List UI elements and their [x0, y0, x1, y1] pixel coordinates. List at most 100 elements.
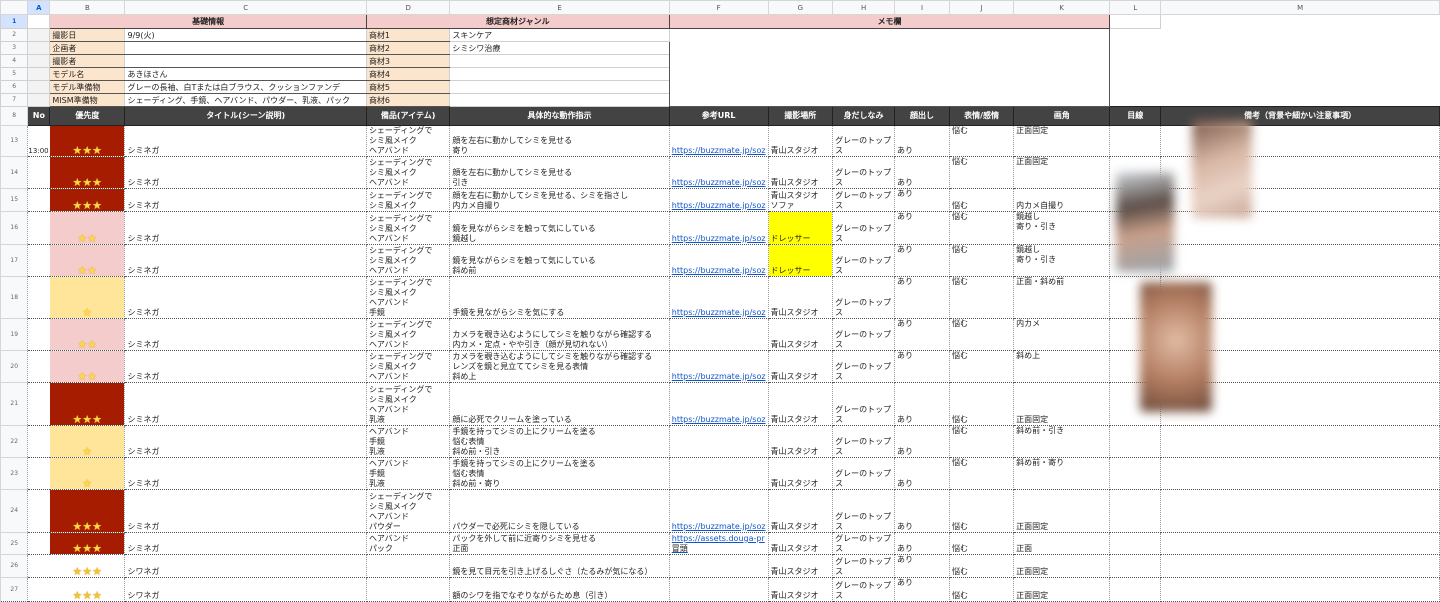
cell-A[interactable]: [27, 41, 51, 55]
cell-L[interactable]: [1109, 93, 1161, 107]
cell-A[interactable]: [27, 80, 51, 94]
cell-L[interactable]: [1109, 28, 1161, 42]
note-cell[interactable]: [1160, 554, 1440, 578]
dress-cell[interactable]: グレーのトップ ス: [832, 489, 896, 533]
priority-stars[interactable]: ★★★: [49, 577, 126, 602]
place-cell[interactable]: 青山スタジオ: [768, 457, 834, 490]
angle-cell[interactable]: 鏡越し 寄り・引き: [1013, 244, 1111, 277]
items-cell[interactable]: ヘアバンド 手鏡 乳液: [366, 457, 451, 490]
dress-cell[interactable]: グレーのトップ ス: [832, 382, 896, 426]
basic-info-value[interactable]: シェーディング、手鏡、ヘアバンド、パウダー、乳液、パック: [124, 93, 367, 107]
time-cell[interactable]: [27, 382, 50, 426]
angle-cell[interactable]: 正面: [1013, 532, 1111, 555]
cell-L[interactable]: [1109, 80, 1161, 94]
cell-L[interactable]: [1109, 41, 1161, 55]
angle-cell[interactable]: 正面固定: [1013, 577, 1111, 602]
section-memo[interactable]: メモ欄: [668, 14, 1111, 29]
angle-cell[interactable]: 斜め上: [1013, 350, 1111, 383]
emo-cell[interactable]: 悩む: [949, 425, 1015, 458]
memo-area[interactable]: [668, 28, 1111, 107]
time-cell[interactable]: [27, 577, 50, 602]
place-cell[interactable]: 青山スタジオ: [768, 125, 834, 157]
genre-value[interactable]: スキンケア: [449, 28, 670, 42]
place-cell[interactable]: ドレッサー: [768, 244, 834, 277]
priority-stars[interactable]: ★★★: [49, 382, 126, 426]
face-cell[interactable]: あり: [894, 457, 951, 490]
items-cell[interactable]: シェーディングで シミ風メイク ヘアバンド: [366, 244, 451, 277]
action-cell[interactable]: 鏡を見ながらシミを触って気にしている 鏡越し: [449, 211, 670, 245]
reference-url-link[interactable]: https://buzzmate.jp/soz: [669, 125, 769, 157]
basic-info-label[interactable]: 撮影者: [49, 54, 126, 68]
dress-cell[interactable]: グレーのトップ ス: [832, 276, 896, 319]
eye-cell[interactable]: [1109, 457, 1162, 490]
eye-cell[interactable]: [1109, 489, 1162, 533]
title-cell[interactable]: シミネガ: [124, 244, 367, 277]
angle-cell[interactable]: 正面固定: [1013, 382, 1111, 426]
genre-value[interactable]: シミシワ治療: [449, 41, 670, 55]
reference-url-link[interactable]: [669, 554, 769, 578]
genre-label[interactable]: 商材4: [365, 67, 451, 81]
title-cell[interactable]: シミネガ: [124, 457, 367, 490]
action-cell[interactable]: パウダーで必死にシミを隠している: [449, 489, 670, 533]
basic-info-value[interactable]: グレーの長袖、白Tまたは白ブラウス、クッションファンデ: [124, 80, 367, 94]
dress-cell[interactable]: グレーのトップ ス: [832, 457, 896, 490]
reference-url-link[interactable]: https://assets.douga-pr 冒頭: [669, 532, 769, 555]
dress-cell[interactable]: グレーのトップ ス: [832, 244, 896, 277]
place-cell[interactable]: 青山スタジオ: [768, 532, 834, 555]
column-header-D[interactable]: D: [365, 0, 451, 15]
face-cell[interactable]: あり: [894, 318, 951, 351]
dress-cell[interactable]: グレーのトップ ス: [832, 188, 896, 212]
cell-A[interactable]: [27, 67, 51, 81]
column-header-B[interactable]: B: [49, 0, 126, 15]
basic-info-value[interactable]: [124, 41, 367, 55]
items-cell[interactable]: [366, 554, 451, 578]
face-cell[interactable]: あり: [894, 489, 951, 533]
angle-cell[interactable]: 斜め前・引き: [1013, 425, 1111, 458]
reference-url-link[interactable]: https://buzzmate.jp/soz: [669, 382, 769, 426]
cell-A[interactable]: [27, 28, 51, 42]
cell-A[interactable]: [27, 93, 51, 107]
cell-A1[interactable]: [27, 14, 51, 29]
place-cell[interactable]: 青山スタジオ: [768, 156, 834, 189]
items-cell[interactable]: シェーディングで シミ風メイク ヘアバンド: [366, 211, 451, 245]
emo-cell[interactable]: 悩む: [949, 276, 1015, 319]
title-cell[interactable]: シミネガ: [124, 425, 367, 458]
genre-label[interactable]: 商材3: [365, 54, 451, 68]
eye-cell[interactable]: [1109, 125, 1162, 157]
cell-M[interactable]: [1161, 55, 1440, 68]
time-cell[interactable]: [27, 211, 50, 245]
column-header-J[interactable]: J: [949, 0, 1015, 15]
dress-cell[interactable]: グレーのトップ ス: [832, 318, 896, 351]
reference-url-link[interactable]: https://buzzmate.jp/soz: [669, 211, 769, 245]
cell-L1[interactable]: [1109, 14, 1162, 29]
header-5[interactable]: 参考URL: [668, 106, 769, 126]
reference-url-link[interactable]: https://buzzmate.jp/soz: [669, 188, 769, 212]
face-cell[interactable]: あり: [894, 276, 951, 319]
items-cell[interactable]: シェーディングで シミ風メイク ヘアバンド パウダー: [366, 489, 451, 533]
column-header-G[interactable]: G: [767, 0, 834, 15]
header-8[interactable]: 顔出し: [894, 106, 951, 126]
basic-info-label[interactable]: MISM準備物: [49, 93, 126, 107]
time-cell[interactable]: [27, 554, 50, 578]
spreadsheet-grid[interactable]: A B C D E F G H I J K L M 1 基礎情報 想定商材ジャンル メモ欄 2 撮影日 9/9(火) 商…: [0, 0, 1440, 602]
priority-stars[interactable]: ★★★: [49, 188, 126, 212]
section-basic-info[interactable]: 基礎情報: [49, 14, 367, 29]
title-cell[interactable]: シワネガ: [124, 577, 367, 602]
dress-cell[interactable]: グレーのトップ ス: [832, 577, 896, 602]
emo-cell[interactable]: 悩む: [949, 532, 1015, 555]
note-cell[interactable]: [1160, 244, 1440, 277]
title-cell[interactable]: シミネガ: [124, 211, 367, 245]
emo-cell[interactable]: 悩む: [949, 554, 1015, 578]
reference-url-link[interactable]: https://buzzmate.jp/soz: [669, 489, 769, 533]
header-4[interactable]: 具体的な動作指示: [449, 106, 670, 126]
action-cell[interactable]: 顔に必死でクリームを塗っている: [449, 382, 670, 426]
title-cell[interactable]: シミネガ: [124, 276, 367, 319]
priority-stars[interactable]: ★★★: [49, 156, 126, 189]
time-cell[interactable]: [27, 318, 50, 351]
eye-cell[interactable]: [1109, 577, 1162, 602]
dress-cell[interactable]: グレーのトップ ス: [832, 554, 896, 578]
face-cell[interactable]: あり: [894, 382, 951, 426]
action-cell[interactable]: 手鏡を持ってシミの上にクリームを塗る 悩む表情 斜め前・寄り: [449, 457, 670, 490]
title-cell[interactable]: シワネガ: [124, 554, 367, 578]
priority-stars[interactable]: ★: [49, 425, 126, 458]
